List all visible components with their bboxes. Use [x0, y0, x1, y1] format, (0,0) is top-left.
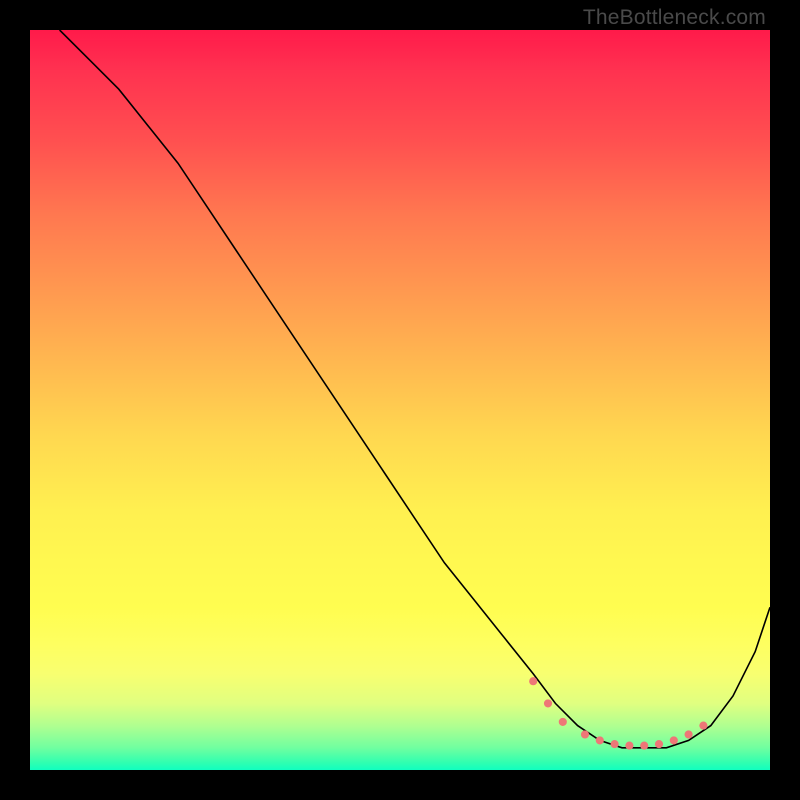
- chart-svg: [30, 30, 770, 770]
- valley-dot: [596, 736, 604, 744]
- valley-dot: [670, 736, 678, 744]
- valley-dot: [559, 718, 567, 726]
- valley-dot: [581, 730, 589, 738]
- valley-dots-group: [529, 677, 707, 750]
- valley-dot: [685, 730, 693, 738]
- valley-dot: [655, 740, 663, 748]
- watermark-text: TheBottleneck.com: [583, 6, 766, 30]
- valley-dot: [699, 722, 707, 730]
- valley-dot: [640, 742, 648, 750]
- bottleneck-curve-group: [60, 30, 770, 748]
- valley-dot: [625, 742, 633, 750]
- valley-dot: [611, 740, 619, 748]
- valley-dot: [544, 699, 552, 707]
- valley-dot: [529, 677, 537, 685]
- bottleneck-curve: [60, 30, 770, 748]
